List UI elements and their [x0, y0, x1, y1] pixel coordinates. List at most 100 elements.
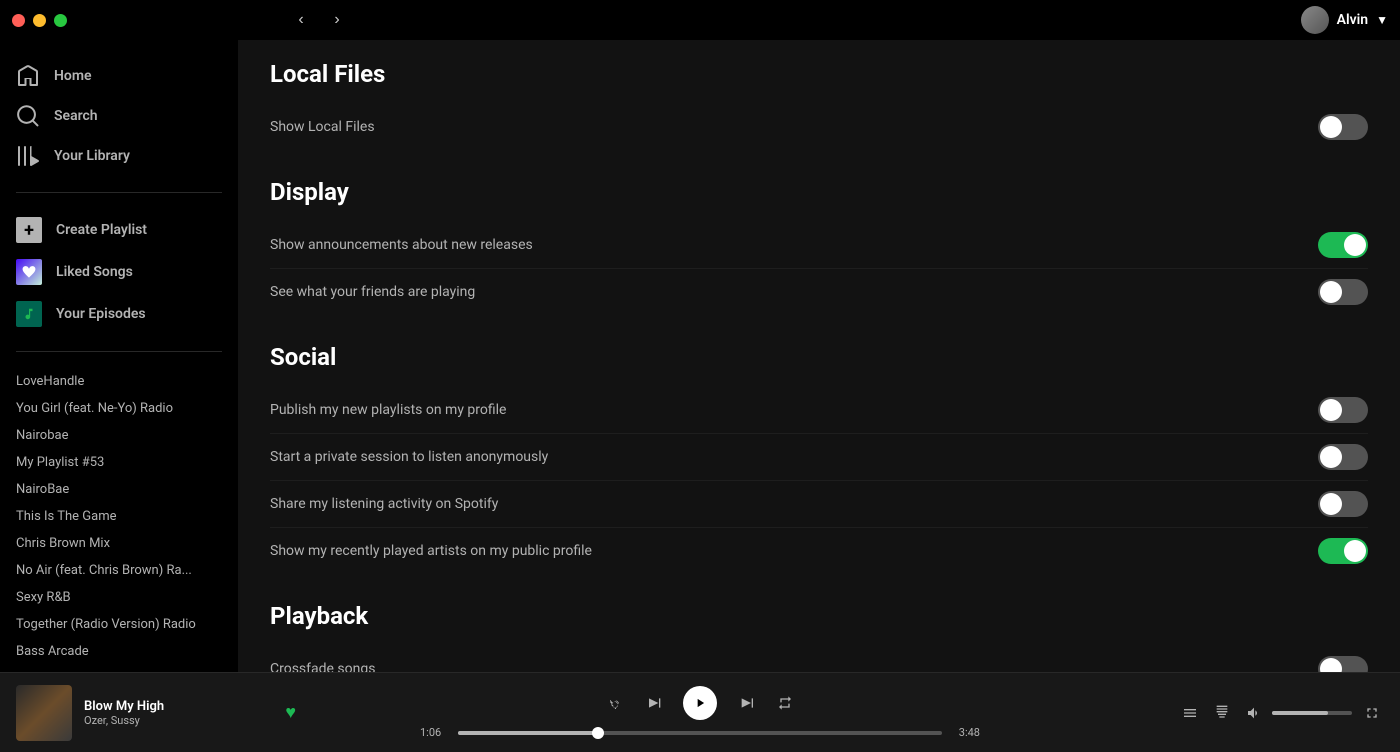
playlist-item[interactable]: Sexy R&B [0, 584, 238, 611]
volume-track[interactable] [1272, 711, 1352, 715]
volume-icon[interactable] [1242, 701, 1266, 725]
volume-fill [1272, 711, 1328, 715]
setting-label-publish-playlists: Publish my new playlists on my profile [270, 402, 506, 418]
repeat-button[interactable] [773, 691, 797, 715]
toggle-thumb-show-announcements [1344, 234, 1366, 256]
previous-button[interactable] [643, 691, 667, 715]
setting-label-show-friends: See what your friends are playing [270, 284, 475, 300]
time-total: 3:48 [950, 726, 980, 739]
episodes-icon [16, 301, 42, 327]
playlist-item[interactable]: This Is The Game [0, 503, 238, 530]
nav-items: Home Search Your Library [0, 48, 238, 184]
setting-row-show-recent-artists: Show my recently played artists on my pu… [270, 528, 1368, 574]
queue-button[interactable] [1178, 701, 1202, 725]
playlist-item[interactable]: You Girl (feat. Ne-Yo) Radio [0, 395, 238, 422]
sidebar-item-home[interactable]: Home [0, 56, 238, 96]
your-episodes-button[interactable]: Your Episodes [0, 293, 238, 335]
toggle-private-session[interactable] [1318, 444, 1368, 470]
player-bar: Blow My High Ozer, Sussy ♥ [0, 672, 1400, 752]
setting-row-show-local-files: Show Local Files [270, 104, 1368, 150]
sidebar: Home Search Your Library [0, 40, 238, 752]
playlist-item[interactable]: Bass Arcade [0, 638, 238, 665]
sidebar-actions: + Create Playlist Liked Songs [0, 201, 238, 343]
sidebar-item-library-label: Your Library [54, 148, 130, 164]
connect-device-button[interactable] [1210, 701, 1234, 725]
section-title-display: Display [270, 178, 1368, 206]
plus-icon: + [16, 217, 42, 243]
sidebar-item-library[interactable]: Your Library [0, 136, 238, 176]
play-pause-button[interactable] [683, 686, 717, 720]
toggle-show-friends[interactable] [1318, 279, 1368, 305]
setting-row-share-activity: Share my listening activity on Spotify [270, 481, 1368, 528]
settings-section-local-files: Local Files Show Local Files [270, 60, 1368, 150]
now-playing: Blow My High Ozer, Sussy ♥ [16, 685, 296, 741]
heart-icon [16, 259, 42, 285]
setting-row-publish-playlists: Publish my new playlists on my profile [270, 387, 1368, 434]
album-art [16, 685, 72, 741]
toggle-show-local-files[interactable] [1318, 114, 1368, 140]
setting-row-show-friends: See what your friends are playing [270, 269, 1368, 315]
playlist-item[interactable]: NairoBae [0, 476, 238, 503]
liked-songs-label: Liked Songs [56, 264, 133, 280]
track-name: Blow My High [84, 699, 265, 714]
setting-label-show-recent-artists: Show my recently played artists on my pu… [270, 543, 592, 559]
playlist-item[interactable]: Nairobae [0, 422, 238, 449]
create-playlist-button[interactable]: + Create Playlist [0, 209, 238, 251]
nav-arrows: ‹ › [287, 6, 351, 34]
heart-button[interactable]: ♥ [285, 702, 296, 723]
toggle-publish-playlists[interactable] [1318, 397, 1368, 423]
playlist-item[interactable]: Together (Radio Version) Radio [0, 611, 238, 638]
playlist-divider [16, 351, 222, 352]
back-button[interactable]: ‹ [287, 6, 315, 34]
playlist-item[interactable]: No Air (feat. Chris Brown) Ra... [0, 557, 238, 584]
settings-content: Local Files Show Local Files DisplayShow a… [238, 40, 1400, 752]
chevron-down-icon: ▼ [1376, 13, 1388, 27]
liked-songs-button[interactable]: Liked Songs [0, 251, 238, 293]
time-current: 1:06 [420, 726, 450, 739]
toggle-thumb-show-recent-artists [1344, 540, 1366, 562]
fullscreen-button[interactable] [1360, 701, 1384, 725]
track-artists: Ozer, Sussy [84, 714, 265, 727]
setting-label-private-session: Start a private session to listen anonym… [270, 449, 548, 465]
track-info: Blow My High Ozer, Sussy [84, 699, 265, 727]
setting-row-private-session: Start a private session to listen anonym… [270, 434, 1368, 481]
search-icon [16, 104, 40, 128]
sidebar-item-home-label: Home [54, 68, 92, 84]
close-button[interactable] [12, 14, 25, 27]
toggle-show-recent-artists[interactable] [1318, 538, 1368, 564]
player-extras [1104, 701, 1384, 725]
main-layout: Home Search Your Library [0, 40, 1400, 752]
playlist-item[interactable]: My Playlist #53 [0, 449, 238, 476]
your-episodes-label: Your Episodes [56, 306, 146, 322]
forward-button[interactable]: › [323, 6, 351, 34]
home-icon [16, 64, 40, 88]
toggle-thumb-show-local-files [1320, 116, 1342, 138]
toggle-share-activity[interactable] [1318, 491, 1368, 517]
section-title-local-files: Local Files [270, 60, 1368, 88]
playlist-item[interactable]: LoveHandle [0, 368, 238, 395]
sidebar-item-search[interactable]: Search [0, 96, 238, 136]
section-title-social: Social [270, 343, 1368, 371]
maximize-button[interactable] [54, 14, 67, 27]
toggle-thumb-publish-playlists [1320, 399, 1342, 421]
minimize-button[interactable] [33, 14, 46, 27]
settings-section-social: Social Publish my new playlists on my pro… [270, 343, 1368, 574]
next-button[interactable] [733, 691, 757, 715]
user-name: Alvin [1337, 12, 1368, 28]
toggle-thumb-private-session [1320, 446, 1342, 468]
playlist-item[interactable]: Chris Brown Mix [0, 530, 238, 557]
sidebar-divider [16, 192, 222, 193]
user-area[interactable]: Alvin ▼ [1301, 6, 1388, 34]
progress-bar-container: 1:06 3:48 [420, 726, 980, 739]
shuffle-button[interactable] [603, 691, 627, 715]
control-buttons [603, 686, 797, 720]
progress-track[interactable] [458, 731, 942, 735]
setting-label-show-local-files: Show Local Files [270, 119, 375, 135]
volume-control [1242, 701, 1352, 725]
progress-fill [458, 731, 598, 735]
settings-section-display: DisplayShow announcements about new rele… [270, 178, 1368, 315]
library-icon [16, 144, 40, 168]
player-controls: 1:06 3:48 [296, 686, 1104, 739]
section-title-playback: Playback [270, 602, 1368, 630]
toggle-show-announcements[interactable] [1318, 232, 1368, 258]
